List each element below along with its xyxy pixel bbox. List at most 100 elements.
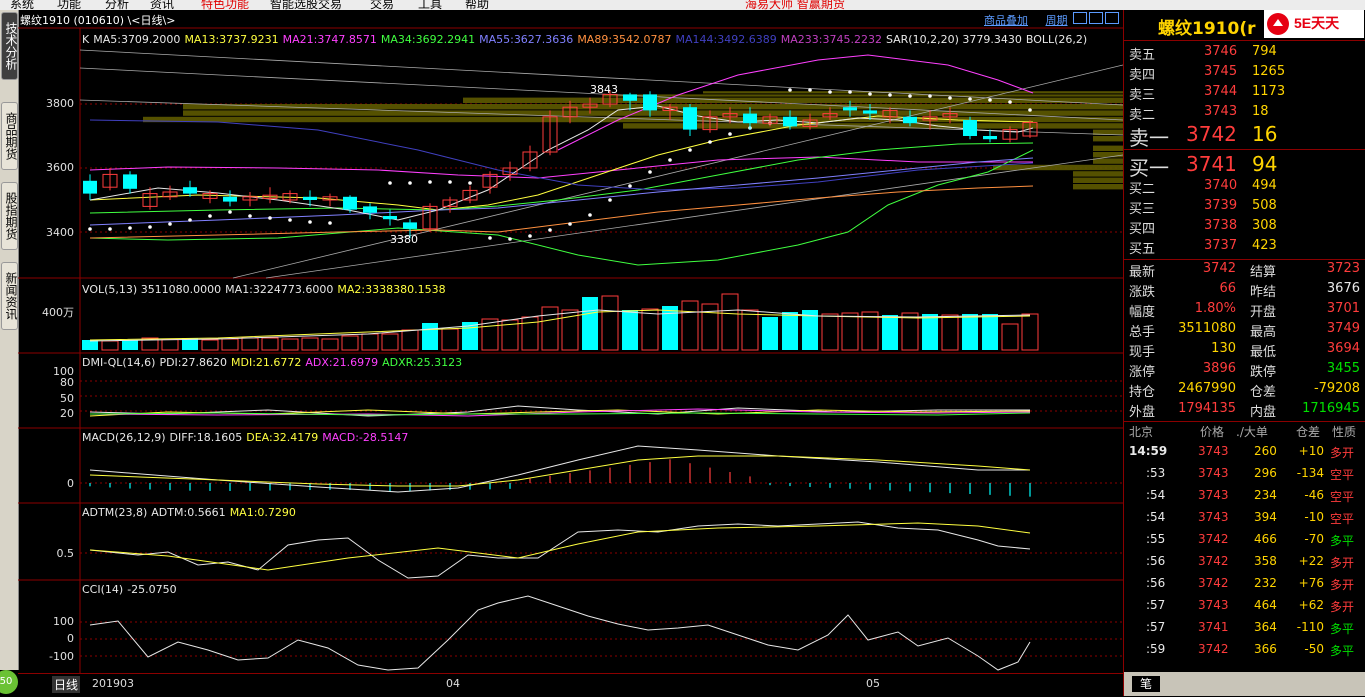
tick-volume: 296 (1254, 466, 1277, 480)
volume-bar (762, 317, 778, 350)
tick-row: :57 3741 364 -110 多平 (1124, 620, 1365, 642)
menu-item-function[interactable]: 功能 (57, 0, 81, 10)
legend-entry: MA233:3745.2232 (780, 33, 882, 46)
stat-label: 结算 (1250, 265, 1277, 280)
channel-line (79, 49, 1123, 106)
stat-value: 3749 (1326, 321, 1360, 336)
menu-item-tools[interactable]: 工具 (418, 0, 442, 10)
col-oi-diff: 仓差 (1296, 425, 1321, 439)
candle-body-down (683, 107, 697, 130)
chart-area[interactable]: 螺纹1910 (010610) \<日线\> 商品叠加 周期 K MA5:3709… (18, 10, 1123, 673)
order-book-sell-row: 卖一 3742 16 (1124, 122, 1365, 150)
order-book-buy-row: 买一 3741 94 (1124, 152, 1365, 180)
volume-bar (922, 314, 938, 350)
tick-oi-diff: +62 (1298, 598, 1324, 612)
buy-level-label: 买五 (1129, 242, 1156, 257)
menu-item-analysis[interactable]: 分析 (105, 0, 129, 10)
tick-oi-diff: -110 (1296, 620, 1324, 634)
legend-entry: DEA:32.4179 (246, 431, 319, 444)
menu-item-trade[interactable]: 交易 (370, 0, 394, 10)
tick-nature: 多平 (1330, 644, 1355, 658)
brand-logo: 5E天天 (1264, 10, 1364, 38)
divider (1124, 149, 1365, 150)
menu-item-help[interactable]: 帮助 (465, 0, 489, 10)
float-badge[interactable]: 50 (0, 670, 18, 694)
tick-volume: 364 (1254, 620, 1277, 634)
macd-legend: MACD(26,12,9) DIFF:18.1605 DEA:32.4179 MACD… (82, 431, 412, 444)
volume-bar (422, 323, 438, 350)
high-annotation: 3843 (590, 83, 618, 96)
stat-label: 涨跌 (1129, 285, 1156, 300)
macd-diff-line (89, 445, 1030, 493)
tick-time: :54 (1146, 488, 1166, 502)
sar-dot (448, 180, 452, 184)
tick-row: 14:59 3743 260 +10 多开 (1124, 444, 1365, 466)
divider (1124, 40, 1365, 41)
stat-label: 开盘 (1250, 305, 1277, 320)
volume-bar (582, 297, 598, 350)
buy-volume: 508 (1252, 198, 1277, 213)
menu-item-special[interactable]: 特色功能 (201, 0, 249, 10)
tick-volume: 232 (1254, 576, 1277, 590)
legend-entry: MA89:3542.0787 (577, 33, 672, 46)
period-label[interactable]: 日线 (52, 676, 81, 693)
stat-label: 外盘 (1129, 405, 1156, 420)
buy-level-label: 买一 (1129, 156, 1169, 180)
buy-price: 3741 (1186, 152, 1237, 176)
order-book-sell-row: 卖四 3745 1265 (1124, 64, 1365, 84)
volume-bar (641, 308, 659, 351)
vol-y-tick: 400万 (42, 306, 74, 319)
sar-dot (568, 222, 572, 226)
tick-volume: 260 (1254, 444, 1277, 458)
low-annotation: 3380 (390, 233, 418, 246)
tick-nature: 多开 (1330, 600, 1355, 614)
dmi-y-tick-80: 80 (60, 376, 74, 389)
sell-price: 3742 (1186, 122, 1237, 146)
tick-volume: 394 (1254, 510, 1277, 524)
legend-entry: MA1:3224773.6000 (225, 283, 334, 296)
tick-price: 3743 (1198, 510, 1229, 524)
date-axis-bar: 日线 201903 04 05 (18, 673, 1123, 697)
stat-value: 1794135 (1178, 401, 1236, 416)
order-book-buy-row: 买二 3740 494 (1124, 178, 1365, 198)
sar-dot (488, 236, 492, 240)
y-tick-3400: 3400 (46, 226, 74, 239)
tab-news[interactable]: 新闻资讯 (1, 262, 18, 330)
candle-body-down (643, 94, 657, 111)
legend-entry: MACD(26,12,9) (82, 431, 166, 444)
menu-item-system[interactable]: 系统 (10, 0, 34, 10)
stat-value: 3701 (1326, 301, 1360, 316)
candle-body-down (403, 222, 417, 229)
contract-title: 螺纹1910(r (1158, 19, 1256, 39)
volume-bar (321, 338, 339, 351)
buy-price: 3740 (1204, 178, 1238, 193)
tick-oi-diff: -10 (1304, 510, 1324, 524)
quote-stat-row: 总手 3511080 最高 3749 (1124, 321, 1365, 341)
volume-profile-bar (603, 94, 1123, 97)
tab-commodity-futures[interactable]: 商品期货 (1, 102, 18, 170)
sell-level-label: 卖二 (1129, 108, 1156, 123)
tick-row: :55 3742 466 -70 多平 (1124, 532, 1365, 554)
sar-dot (108, 227, 112, 231)
candle-body-down (863, 110, 877, 114)
tab-technical-analysis[interactable]: 技术分析 (1, 12, 18, 80)
cci-y-tick-neg100: -100 (49, 650, 74, 663)
candle-body-down (783, 116, 797, 127)
promo-text[interactable]: 海易大师 智赢期货 (745, 0, 845, 10)
sar-dot (968, 97, 972, 101)
quote-stat-row: 现手 130 最低 3694 (1124, 341, 1365, 361)
tab-trades[interactable]: 笔 (1132, 676, 1160, 692)
price-chart[interactable] (18, 10, 1123, 673)
candle-body-down (623, 94, 637, 101)
menu-item-news[interactable]: 资讯 (150, 0, 174, 10)
sar-dot (148, 225, 152, 229)
stat-value: 66 (1219, 281, 1236, 296)
tab-index-futures[interactable]: 股指期货 (1, 182, 18, 250)
tick-row: :56 3742 232 +76 多开 (1124, 576, 1365, 598)
stat-value: 3723 (1326, 261, 1360, 276)
legend-entry: VOL(5,13) 3511080.0000 (82, 283, 222, 296)
sar-dot (588, 213, 592, 217)
buy-volume: 423 (1252, 238, 1277, 253)
menu-item-smart-trade[interactable]: 智能选股交易 (270, 0, 342, 10)
legend-entry: ADTM:0.5661 (151, 506, 226, 519)
